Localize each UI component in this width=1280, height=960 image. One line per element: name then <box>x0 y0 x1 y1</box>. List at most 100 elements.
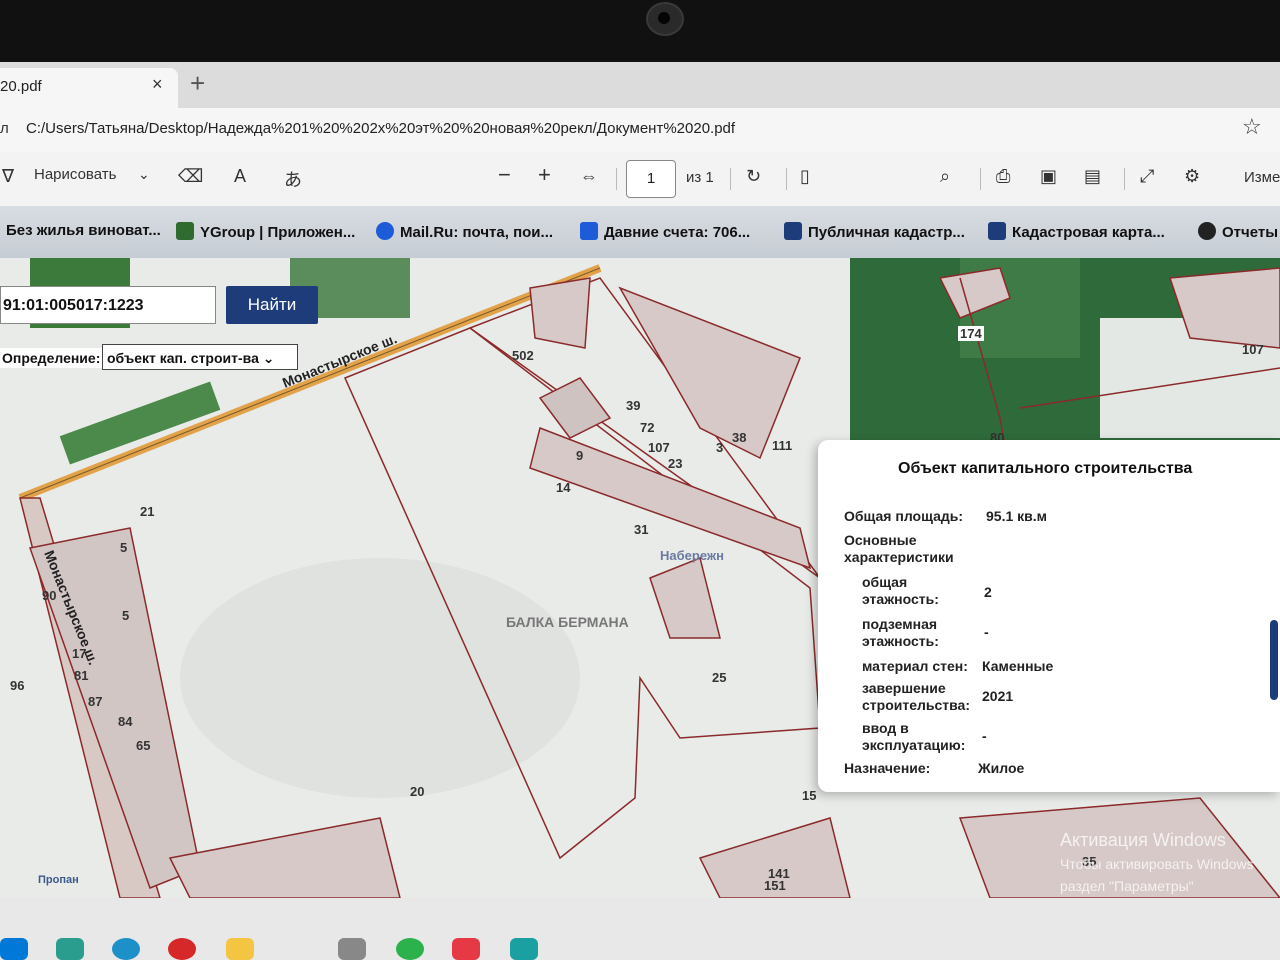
parcel <box>529 426 812 570</box>
wall-material-label: материал стен: <box>862 658 968 674</box>
parcel-number: 87 <box>88 694 103 709</box>
webcam <box>646 2 684 36</box>
favorite-star-icon[interactable]: ☆ <box>1242 114 1262 140</box>
fullscreen-icon[interactable]: ⤢ <box>1140 166 1154 187</box>
ygroup-favicon-icon <box>176 222 194 240</box>
mailru-favicon-icon <box>376 222 394 240</box>
parcel <box>538 377 612 439</box>
address-bar: л C:/Users/Татьяна/Desktop/Надежда%201%2… <box>0 108 1280 153</box>
area-label: БАЛКА БЕРМАНА <box>506 614 629 630</box>
draw-pen-icon[interactable]: ∇ <box>2 166 14 187</box>
parcel <box>168 817 401 898</box>
parcel-number: 84 <box>118 714 133 729</box>
tab-close-icon[interactable]: × <box>152 74 163 95</box>
cadastre-favicon-icon <box>784 222 802 240</box>
edit-button[interactable]: Изме <box>1244 169 1280 186</box>
save-as-icon[interactable]: ▤ <box>1084 166 1101 187</box>
parcel-number: 38 <box>732 430 747 445</box>
settings-gear-icon[interactable]: ⚙ <box>1184 166 1200 187</box>
find-button[interactable]: Найти <box>226 286 318 324</box>
zoom-in-button[interactable]: + <box>538 162 551 188</box>
new-tab-icon[interactable]: + <box>190 68 205 99</box>
draw-chevron-down-icon[interactable]: ⌄ <box>138 166 150 183</box>
parcel-number: 31 <box>634 522 649 537</box>
bookmark-item[interactable]: Давние счета: 706... <box>580 222 750 241</box>
draw-button[interactable]: Нарисовать <box>34 166 116 183</box>
bookmark-item[interactable]: Отчеты <box>1198 222 1278 241</box>
completion-label: завершение строительства: <box>862 680 971 713</box>
tab-title: 20.pdf <box>0 78 42 95</box>
parcel-number: 23 <box>668 456 683 471</box>
edge-icon[interactable] <box>56 938 84 960</box>
parcel-number: 96 <box>10 678 25 693</box>
info-panel-scrollbar[interactable] <box>1270 620 1278 700</box>
eraser-icon[interactable]: ⌫ <box>178 166 203 187</box>
page-number-input[interactable]: 1 <box>626 160 676 198</box>
translate-icon[interactable]: あ <box>284 166 302 192</box>
commissioning-label: ввод в эксплуатацию: <box>862 720 966 753</box>
skype-icon[interactable] <box>112 938 140 960</box>
purpose-label: Назначение: <box>844 760 931 776</box>
page-view-icon[interactable]: ▯ <box>800 166 810 187</box>
bookmark-item[interactable]: Публичная кадастр... <box>784 222 965 241</box>
parcel-number: 107 <box>1242 342 1264 357</box>
toolbar-divider <box>980 168 981 190</box>
screen: 20.pdf × + л C:/Users/Татьяна/Desktop/На… <box>0 62 1280 960</box>
reports-favicon-icon <box>1198 222 1216 240</box>
main-characteristics-label: Основные характеристики <box>844 532 954 565</box>
parcel-number: 502 <box>512 348 534 363</box>
taskbar <box>0 898 1280 960</box>
area-label: Общая площадь: <box>844 508 964 524</box>
laptop-bezel <box>0 0 1280 62</box>
read-aloud-icon[interactable]: A <box>234 166 246 187</box>
windows-activation-text: раздел "Параметры" <box>1060 878 1194 894</box>
cadastral-map[interactable]: 91:01:005017:1223 Найти Определение: объ… <box>0 258 1280 898</box>
address-prefix: л <box>0 120 9 137</box>
ravine-shading <box>180 558 580 798</box>
propan-label: Пропан <box>38 874 79 886</box>
windows-activation-text: Чтобы активировать Windows <box>1060 856 1254 872</box>
youtube-icon[interactable] <box>452 938 480 960</box>
browser-tab[interactable]: 20.pdf × <box>0 68 178 108</box>
cadastre-map-favicon-icon <box>988 222 1006 240</box>
parcel-number: 174 <box>958 326 984 341</box>
parcel <box>649 556 721 639</box>
app-icon[interactable] <box>396 938 424 960</box>
parcel-number: 5 <box>122 608 130 623</box>
parcel-number: 9 <box>576 448 584 463</box>
chevron-down-icon: ⌄ <box>262 350 275 366</box>
opera-icon[interactable] <box>168 938 196 960</box>
tab-bar: 20.pdf × + <box>0 62 1280 108</box>
definition-select-value: объект кап. строит-ва <box>107 350 259 366</box>
bookmark-item[interactable]: Кадастровая карта... <box>988 222 1165 241</box>
toolbar-divider <box>786 168 787 190</box>
floors-label: общая этажность: <box>862 574 939 607</box>
bookmark-item[interactable]: Mail.Ru: почта, пои... <box>376 222 553 241</box>
parcel <box>529 277 591 349</box>
zoom-out-button[interactable]: − <box>498 162 511 188</box>
floors-value: 2 <box>984 584 992 600</box>
definition-select[interactable]: объект кап. строит-ва ⌄ <box>102 344 298 370</box>
rotate-icon[interactable]: ↻ <box>746 166 761 187</box>
cadastral-search-input[interactable]: 91:01:005017:1223 <box>0 286 216 324</box>
bookmark-item[interactable]: YGroup | Приложен... <box>176 222 355 241</box>
page-count: из 1 <box>686 169 714 186</box>
save-icon[interactable]: ▣ <box>1040 166 1057 187</box>
app-icon[interactable] <box>510 938 538 960</box>
toolbar-divider <box>616 168 617 190</box>
parcel-number: 20 <box>410 784 425 799</box>
file-explorer-icon[interactable] <box>226 938 254 960</box>
print-icon[interactable]: ⎙ <box>996 166 1010 187</box>
object-info-panel: Объект капитального строительства Общая … <box>818 440 1280 792</box>
parcel-number: 90 <box>42 588 57 603</box>
search-icon[interactable]: ⌕ <box>940 166 950 187</box>
parcel-number: 15 <box>802 788 817 803</box>
parcel-number: 107 <box>648 440 670 455</box>
url-field[interactable]: C:/Users/Татьяна/Desktop/Надежда%201%20%… <box>26 120 735 137</box>
fit-width-icon[interactable]: ⇔ <box>580 166 598 187</box>
purpose-value: Жилое <box>978 760 1025 776</box>
bookmark-item[interactable]: Без жилья виноват... <box>6 222 161 239</box>
app-icon[interactable] <box>338 938 366 960</box>
bookmarks-bar: Без жилья виноват... YGroup | Приложен..… <box>0 206 1280 258</box>
start-icon[interactable] <box>0 938 28 960</box>
